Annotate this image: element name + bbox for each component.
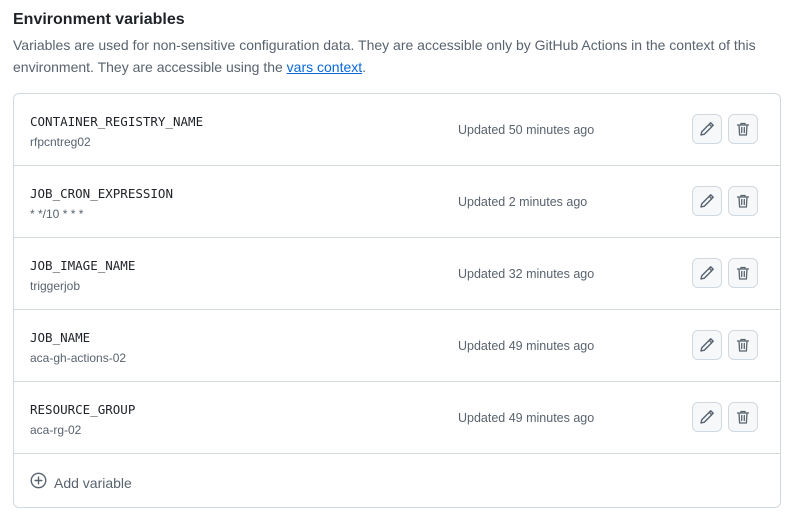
- variable-row: JOB_CRON_EXPRESSION * */10 * * * Updated…: [14, 166, 780, 238]
- description-end: .: [362, 59, 367, 75]
- variable-name: CONTAINER_REGISTRY_NAME: [30, 114, 204, 129]
- variable-value: rfpcntreg02: [30, 135, 91, 149]
- delete-variable-button[interactable]: [728, 402, 758, 432]
- variable-updated-time: Updated 49 minutes ago: [458, 411, 595, 425]
- delete-variable-button[interactable]: [728, 330, 758, 360]
- trash-icon: [735, 265, 751, 281]
- edit-variable-button[interactable]: [692, 114, 722, 144]
- variable-updated-time: Updated 49 minutes ago: [458, 339, 595, 353]
- variable-updated-time: Updated 32 minutes ago: [458, 267, 595, 281]
- add-variable-row: Add variable: [14, 454, 780, 507]
- plus-circle-icon: [30, 472, 47, 494]
- variable-row: RESOURCE_GROUP aca-rg-02 Updated 49 minu…: [14, 382, 780, 454]
- variable-name: JOB_CRON_EXPRESSION: [30, 186, 173, 201]
- variable-value: triggerjob: [30, 279, 81, 293]
- section-title: Environment variables: [13, 11, 185, 28]
- pencil-icon: [699, 265, 715, 281]
- variable-name: JOB_IMAGE_NAME: [30, 258, 136, 273]
- delete-variable-button[interactable]: [728, 114, 758, 144]
- edit-variable-button[interactable]: [692, 186, 722, 216]
- variable-row: CONTAINER_REGISTRY_NAME rfpcntreg02 Upda…: [14, 94, 780, 166]
- variable-updated-time: Updated 50 minutes ago: [458, 123, 595, 137]
- add-variable-button[interactable]: Add variable: [30, 472, 132, 494]
- pencil-icon: [699, 121, 715, 137]
- section-description: Variables are used for non-sensitive con…: [13, 34, 773, 78]
- variables-list: CONTAINER_REGISTRY_NAME rfpcntreg02 Upda…: [13, 93, 781, 508]
- variable-value: aca-gh-actions-02: [30, 351, 127, 365]
- variable-updated-time: Updated 2 minutes ago: [458, 195, 588, 209]
- variable-row: JOB_IMAGE_NAME triggerjob Updated 32 min…: [14, 238, 780, 310]
- environment-variables-section: Environment variables Variables are used…: [0, 0, 801, 508]
- vars-context-link[interactable]: vars context: [287, 59, 362, 75]
- pencil-icon: [699, 337, 715, 353]
- variable-value: * */10 * * *: [30, 207, 84, 221]
- edit-variable-button[interactable]: [692, 330, 722, 360]
- add-variable-label: Add variable: [54, 475, 132, 491]
- trash-icon: [735, 193, 751, 209]
- pencil-icon: [699, 193, 715, 209]
- variable-name: JOB_NAME: [30, 330, 91, 345]
- edit-variable-button[interactable]: [692, 258, 722, 288]
- trash-icon: [735, 337, 751, 353]
- trash-icon: [735, 409, 751, 425]
- edit-variable-button[interactable]: [692, 402, 722, 432]
- pencil-icon: [699, 409, 715, 425]
- variable-row: JOB_NAME aca-gh-actions-02 Updated 49 mi…: [14, 310, 780, 382]
- delete-variable-button[interactable]: [728, 186, 758, 216]
- trash-icon: [735, 121, 751, 137]
- variable-value: aca-rg-02: [30, 423, 82, 437]
- description-text: Variables are used for non-sensitive con…: [13, 37, 756, 75]
- variable-name: RESOURCE_GROUP: [30, 402, 136, 417]
- delete-variable-button[interactable]: [728, 258, 758, 288]
